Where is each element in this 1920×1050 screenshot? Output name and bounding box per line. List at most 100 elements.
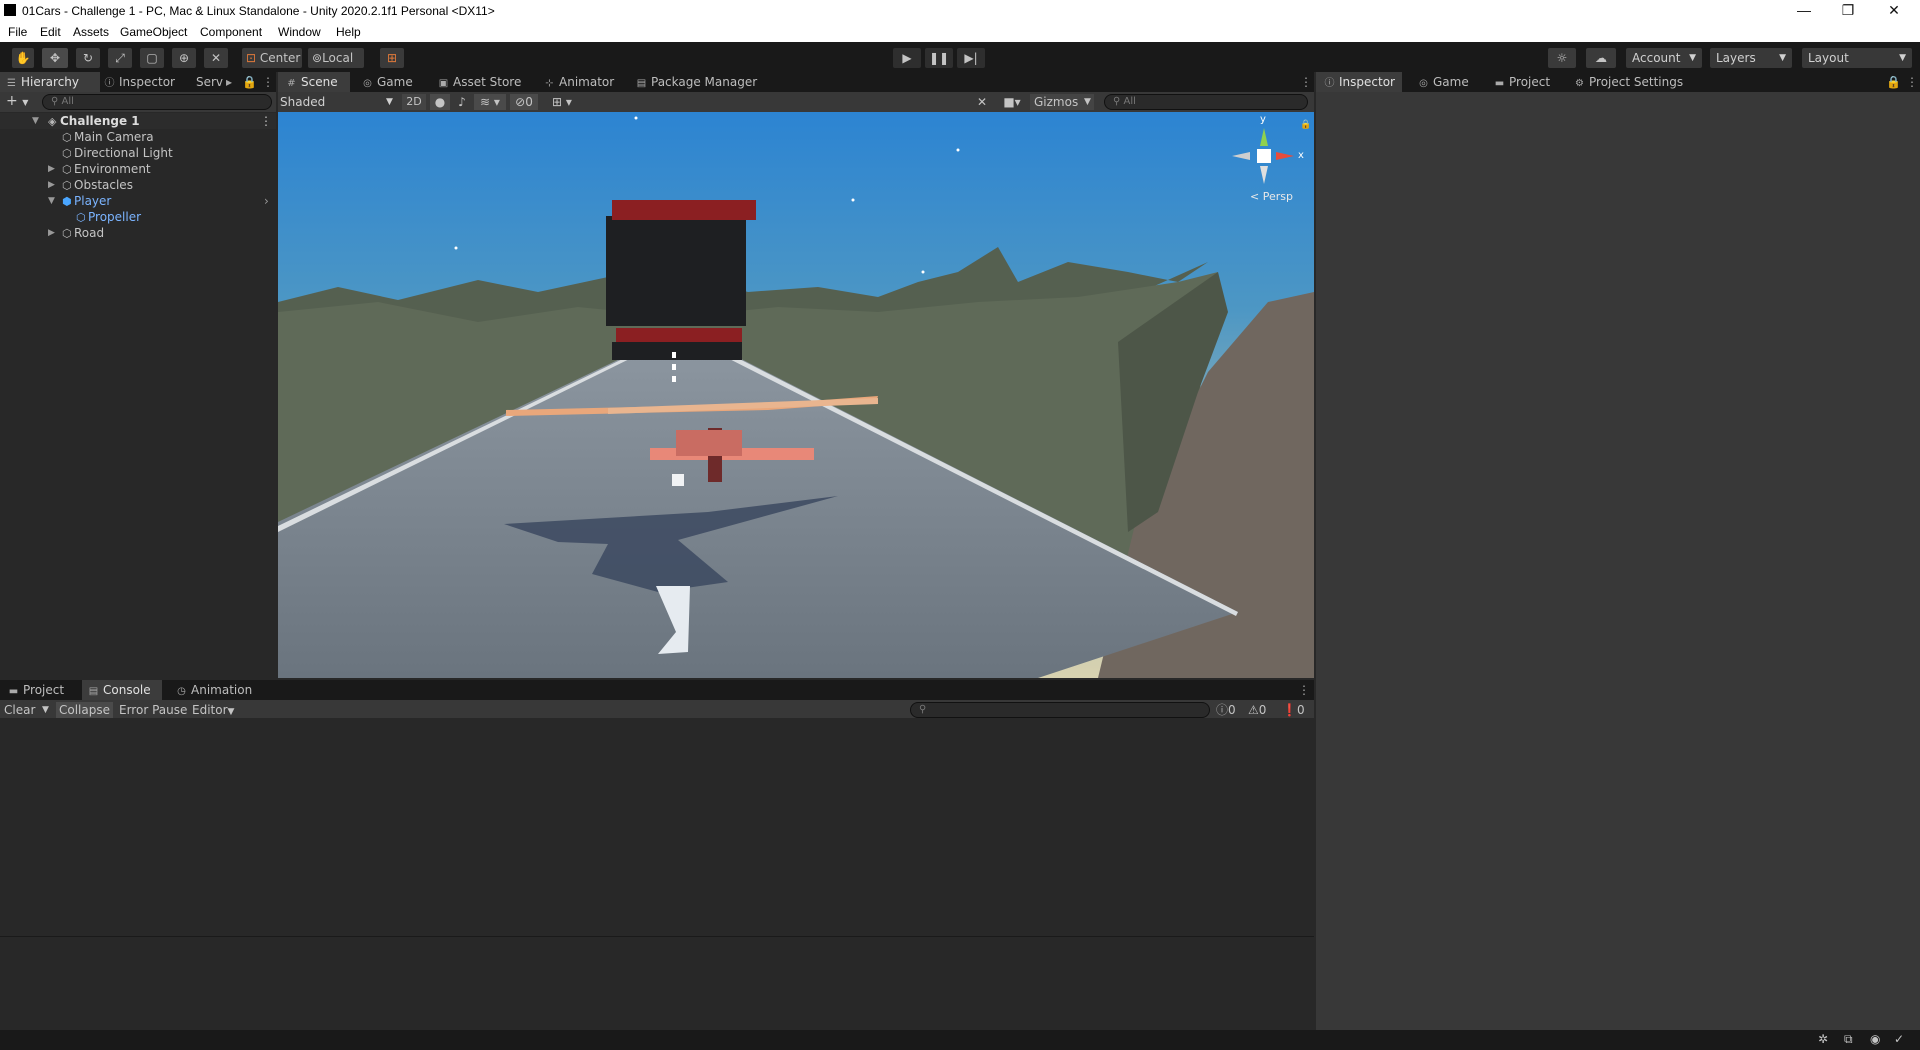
menu-gameobject[interactable]: GameObject bbox=[120, 25, 187, 39]
tab-game[interactable]: ◎ Game bbox=[362, 72, 422, 92]
lock-icon[interactable]: 🔒 bbox=[242, 72, 257, 92]
projection-label[interactable]: < Persp bbox=[1250, 190, 1293, 203]
console-search-input[interactable]: ⚲ bbox=[910, 702, 1210, 718]
collab-button[interactable]: ☼ bbox=[1548, 48, 1576, 68]
account-dropdown[interactable]: Account ▼ bbox=[1626, 48, 1702, 68]
hierarchy-scene-row[interactable]: ▼ ◈ Challenge 1 ⋮ bbox=[0, 113, 276, 129]
chevron-right-icon[interactable]: › bbox=[264, 193, 269, 209]
scene-search-input[interactable]: ⚲ All bbox=[1104, 94, 1308, 110]
hierarchy-row-player[interactable]: ▼ ⬢ Player › bbox=[0, 193, 276, 209]
hierarchy-row-obstacles[interactable]: ▶ ⬡ Obstacles bbox=[0, 177, 276, 193]
mode-2d-toggle[interactable]: 2D bbox=[402, 94, 426, 110]
transform-tool-button[interactable]: ⊕ bbox=[172, 48, 196, 68]
move-tool-button[interactable]: ✥ bbox=[42, 48, 68, 68]
kebab-menu-icon[interactable]: ⋮ bbox=[262, 72, 274, 92]
maximize-button[interactable]: ❐ bbox=[1826, 0, 1870, 22]
orientation-gizmo[interactable]: y x 🔒 < Persp bbox=[1224, 114, 1314, 208]
progress-icon[interactable]: ◉ bbox=[1870, 1032, 1880, 1046]
hand-tool-button[interactable]: ✋ bbox=[12, 48, 34, 68]
tab-project[interactable]: ▬ Project bbox=[0, 680, 80, 700]
lock-icon[interactable]: 🔒 bbox=[1886, 72, 1901, 92]
menu-component[interactable]: Component bbox=[200, 25, 262, 39]
hierarchy-row-propeller[interactable]: ⬡ Propeller bbox=[0, 209, 276, 225]
lighting-toggle[interactable]: ● bbox=[430, 94, 450, 110]
menu-help[interactable]: Help bbox=[336, 25, 361, 39]
log-filter-toggle[interactable]: ⓘ0 bbox=[1216, 702, 1236, 718]
hidden-objects-toggle[interactable]: ⊘0 bbox=[510, 94, 538, 110]
check-icon[interactable]: ✓ bbox=[1894, 1032, 1904, 1046]
console-divider[interactable] bbox=[0, 936, 1314, 937]
console-log-area[interactable] bbox=[0, 718, 1314, 1030]
warning-filter-toggle[interactable]: ⚠0 bbox=[1248, 702, 1266, 718]
hierarchy-search-input[interactable]: ⚲ All bbox=[42, 94, 272, 110]
tools-button[interactable]: ✕ bbox=[972, 94, 992, 110]
step-button[interactable]: ▶| bbox=[957, 48, 985, 68]
grid-dropdown[interactable]: ⊞ ▾ bbox=[542, 94, 582, 110]
gizmos-dropdown[interactable]: Gizmos ▼ bbox=[1030, 94, 1094, 110]
scene-view[interactable]: y x 🔒 < Persp bbox=[278, 112, 1314, 678]
unity-scene-icon: ◈ bbox=[48, 115, 57, 128]
pause-button[interactable]: ❚❚ bbox=[925, 48, 953, 68]
minimize-button[interactable]: — bbox=[1782, 0, 1826, 22]
editor-dropdown[interactable]: Editor▼ bbox=[192, 702, 234, 718]
hierarchy-row-road[interactable]: ▶ ⬡ Road bbox=[0, 225, 276, 241]
shading-mode-dropdown[interactable]: Shaded ▼ bbox=[280, 94, 398, 110]
tab-animation[interactable]: ◷ Animation bbox=[176, 680, 266, 700]
clear-options-dropdown[interactable]: ▼ bbox=[42, 702, 49, 718]
clear-button[interactable]: Clear bbox=[4, 702, 35, 718]
expand-arrow-icon[interactable]: ▶ bbox=[48, 161, 55, 177]
scale-tool-button[interactable]: ⤢ bbox=[108, 48, 132, 68]
bug-icon[interactable]: ✲ bbox=[1818, 1032, 1828, 1046]
play-button[interactable]: ▶ bbox=[893, 48, 921, 68]
effects-dropdown[interactable]: ≋ ▾ bbox=[474, 94, 506, 110]
rect-tool-button[interactable]: ▢ bbox=[140, 48, 164, 68]
tab-project-label: Project bbox=[23, 683, 65, 697]
cloud-button[interactable]: ☁ bbox=[1586, 48, 1616, 68]
kebab-menu-icon[interactable]: ⋮ bbox=[1906, 72, 1918, 92]
audio-toggle[interactable]: ♪ bbox=[452, 94, 472, 110]
expand-arrow-icon[interactable]: ▼ bbox=[48, 193, 55, 209]
menu-assets[interactable]: Assets bbox=[73, 25, 109, 39]
tab-inspector[interactable]: ⓘ Inspector bbox=[1316, 72, 1402, 92]
kebab-menu-icon[interactable]: ⋮ bbox=[1298, 680, 1310, 700]
tab-package-manager[interactable]: ▤ Package Manager bbox=[636, 72, 762, 92]
close-button[interactable]: ✕ bbox=[1872, 0, 1916, 22]
tab-overflow-arrow-icon[interactable]: ▸ bbox=[226, 72, 232, 92]
hierarchy-row-environment[interactable]: ▶ ⬡ Environment bbox=[0, 161, 276, 177]
collapse-toggle[interactable]: Collapse bbox=[56, 702, 113, 718]
grid-snap-button[interactable]: ⊞ bbox=[380, 48, 404, 68]
tab-console[interactable]: ▤ Console bbox=[82, 680, 162, 700]
menu-window[interactable]: Window bbox=[278, 25, 321, 39]
layers-dropdown[interactable]: Layers ▼ bbox=[1710, 48, 1792, 68]
tab-game-right[interactable]: ◎ Game bbox=[1418, 72, 1478, 92]
tab-asset-store[interactable]: ▣ Asset Store bbox=[438, 72, 522, 92]
layout-dropdown[interactable]: Layout ▼ bbox=[1802, 48, 1912, 68]
error-pause-toggle[interactable]: Error Pause bbox=[119, 702, 187, 718]
tab-project-settings[interactable]: ⚙ Project Settings bbox=[1574, 72, 1694, 92]
tab-project-right[interactable]: ▬ Project bbox=[1494, 72, 1568, 92]
expand-arrow-icon[interactable]: ▶ bbox=[48, 177, 55, 193]
rotate-tool-button[interactable]: ↻ bbox=[76, 48, 100, 68]
hierarchy-row-directional-light[interactable]: ⬡ Directional Light bbox=[0, 145, 276, 161]
tab-inspector-left[interactable]: ⓘ Inspector bbox=[104, 72, 194, 92]
pivot-local-toggle[interactable]: ⊚Local bbox=[308, 48, 364, 68]
expand-arrow-icon[interactable]: ▼ bbox=[32, 113, 39, 129]
pivot-center-toggle[interactable]: ⊡ Center bbox=[242, 48, 302, 68]
error-filter-toggle[interactable]: ❗0 bbox=[1282, 702, 1305, 718]
kebab-menu-icon[interactable]: ⋮ bbox=[1300, 72, 1312, 92]
expand-arrow-icon[interactable]: ▶ bbox=[48, 225, 55, 241]
menu-file[interactable]: File bbox=[8, 25, 27, 39]
list-icon: ☰ bbox=[7, 78, 16, 89]
menu-edit[interactable]: Edit bbox=[40, 25, 61, 39]
gizmo-lock-icon[interactable]: 🔒 bbox=[1300, 120, 1311, 130]
tab-scene[interactable]: # Scene bbox=[278, 72, 350, 92]
add-icon[interactable]: + ▼ bbox=[6, 93, 28, 109]
scene-toolbar: Shaded ▼ 2D ● ♪ ≋ ▾ ⊘0 ⊞ ▾ ✕ ■▾ Gizmos ▼ ⚲… bbox=[278, 92, 1314, 112]
camera-dropdown[interactable]: ■▾ bbox=[998, 94, 1026, 110]
network-icon[interactable]: ⧉ bbox=[1844, 1032, 1853, 1047]
hierarchy-row-main-camera[interactable]: ⬡ Main Camera bbox=[0, 129, 276, 145]
custom-tool-button[interactable]: ✕ bbox=[204, 48, 228, 68]
tab-animator[interactable]: ⊹ Animator bbox=[544, 72, 618, 92]
kebab-menu-icon[interactable]: ⋮ bbox=[260, 113, 272, 129]
tab-hierarchy[interactable]: ☰ Hierarchy bbox=[0, 72, 100, 92]
